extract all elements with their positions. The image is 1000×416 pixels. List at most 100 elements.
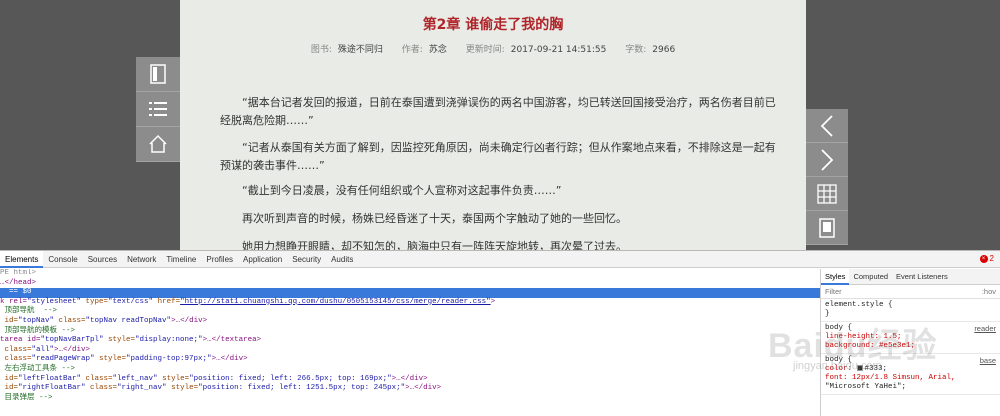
watermark-url: jingyan.baidu.com <box>793 360 882 372</box>
chapter-paragraph: “记者从泰国有关方面了解到，因监控死角原因，尚未确定行凶者行踪；但从作案地点来看… <box>220 141 776 172</box>
dom-node[interactable]: tarea id="topNavBarTpl" style="display:n… <box>0 336 820 346</box>
dom-attr-value: "left_nav" <box>112 374 158 383</box>
dom-attr-value: "stylesheet" <box>27 297 82 306</box>
left-float-toolbar <box>136 57 180 162</box>
prev-chapter-button[interactable] <box>806 109 848 143</box>
chapter-paragraph: “据本台记者发回的报道，日前在泰国遭到浇弹误伤的两名中国游客，均已转送回国接受治… <box>220 96 776 127</box>
list-icon <box>149 102 167 116</box>
tab-sources[interactable]: Sources <box>83 251 122 268</box>
dom-attr-name: type= <box>81 297 109 306</box>
author-meta: 作者: 苏念 <box>398 45 451 55</box>
dom-attr-value: "padding-top:97px;" <box>126 355 212 364</box>
dom-node[interactable]: id="topNav" class="topNav readTopNav">…<… <box>0 317 820 327</box>
dom-tag: tarea id= <box>0 336 41 345</box>
updated-meta: 更新时间: 2017-09-21 14:51:55 <box>462 45 611 55</box>
chapter-page: 第2章 谁偷走了我的胸 图书: 殊途不同归 作者: 苏念 更新时间: 2017-09-… <box>180 0 806 250</box>
tab-network[interactable]: Network <box>122 251 161 268</box>
dom-attr-value: "display:none;" <box>135 336 203 345</box>
chevron-left-icon <box>820 114 833 137</box>
styles-filter-input[interactable]: Filter <box>825 287 842 296</box>
tab-profiles[interactable]: Profiles <box>201 251 238 268</box>
dom-comment[interactable]: 左右浮动工具条 --> <box>0 365 820 375</box>
error-counter[interactable]: × 2 <box>979 254 994 263</box>
styles-tabbar: Styles Computed Event Listeners <box>821 269 1000 285</box>
book-info-button[interactable] <box>136 57 180 92</box>
style-property-continued: "Microsoft YaHei"; <box>825 383 907 391</box>
updated-time: 2017-09-21 14:51:55 <box>510 45 607 55</box>
style-property[interactable]: font: 12px/1.8 Simsun, Arial, <box>825 374 996 383</box>
reader-viewport: 第2章 谁偷走了我的胸 图书: 殊途不同归 作者: 苏念 更新时间: 2017-09-… <box>0 0 1000 250</box>
dom-attr-value: "topNavBarTpl" <box>40 336 104 345</box>
dom-node[interactable]: class="all">…</div> <box>0 346 820 356</box>
phone-icon <box>819 217 835 238</box>
dom-node[interactable]: id="leftFloatBar" class="left_nav" style… <box>0 375 820 385</box>
tab-security[interactable]: Security <box>287 251 326 268</box>
dom-comment[interactable]: 顶部导航 --> <box>0 307 820 317</box>
tab-elements[interactable]: Elements <box>0 250 44 268</box>
rule-selector: element.style { <box>825 301 893 309</box>
settings-grid-button[interactable] <box>806 177 848 211</box>
dom-attr-name: class= <box>0 345 32 354</box>
dom-node[interactable]: k rel="stylesheet" type="text/css" href=… <box>0 298 820 308</box>
book-icon <box>150 64 166 84</box>
dom-comment[interactable]: 目录弹层 --> <box>0 394 820 404</box>
dom-attr-name: id= <box>0 316 19 325</box>
stylesheet-link[interactable]: "http://stat1.chuangshi.qq.com/dushu/050… <box>180 298 491 306</box>
word-count: 2966 <box>652 45 676 55</box>
next-chapter-button[interactable] <box>806 143 848 177</box>
dom-node[interactable]: class="readPageWrap" style="padding-top:… <box>0 355 820 365</box>
updated-label: 更新时间: <box>465 45 505 55</box>
dom-attr-value: "leftFloatBar" <box>18 374 82 383</box>
mobile-read-button[interactable] <box>806 211 848 245</box>
styles-filter-bar: Filter :hov <box>821 285 1000 299</box>
chapter-paragraph: 她用力想睁开眼睛，却不知怎的，脑海中只有一阵阵天旋地转，再次晕了过去。 <box>242 240 627 250</box>
dom-tag: …</head> <box>0 278 37 287</box>
dom-attr-name: id= <box>0 374 19 383</box>
home-button[interactable] <box>136 127 180 162</box>
author-label: 作者: <box>401 45 423 55</box>
tab-audits[interactable]: Audits <box>326 251 358 268</box>
chapter-meta: 图书: 殊途不同归 作者: 苏念 更新时间: 2017-09-21 14:51:55 … <box>180 42 806 55</box>
catalog-button[interactable] <box>136 92 180 127</box>
dom-attr-name: class= <box>54 316 86 325</box>
rule-source-link[interactable]: reader <box>974 324 996 333</box>
error-count: 2 <box>989 254 994 263</box>
dom-attr-value: "topNav readTopNav" <box>85 316 172 325</box>
tab-styles[interactable]: Styles <box>821 269 850 285</box>
chapter-paragraph: “截止到今日凌晨，没有任何组织或个人宣称对这起事件负责……” <box>242 184 562 197</box>
home-icon <box>149 134 167 153</box>
words-meta: 字数: 2966 <box>621 45 679 55</box>
tab-computed[interactable]: Computed <box>849 269 892 285</box>
tab-timeline[interactable]: Timeline <box>161 251 201 268</box>
dom-node[interactable]: PE html> <box>0 269 820 279</box>
dom-tag: > <box>490 297 496 306</box>
author-name[interactable]: 苏念 <box>429 45 447 55</box>
dom-attr-value: "all" <box>31 345 55 354</box>
dom-tag: >…</div> <box>405 384 442 393</box>
devtools-tabbar: Elements Console Sources Network Timelin… <box>0 250 1000 268</box>
grid-icon <box>817 183 837 204</box>
tab-application[interactable]: Application <box>238 251 287 268</box>
dom-attr-name: id= <box>0 384 19 393</box>
tab-event-listeners[interactable]: Event Listeners <box>892 269 952 285</box>
dom-attr-name: style= <box>157 374 190 383</box>
right-float-toolbar <box>806 109 848 245</box>
dom-attr-value: "topNav" <box>18 316 55 325</box>
dom-node[interactable]: id="rightFloatBar" class="right_nav" sty… <box>0 384 820 394</box>
dom-tag: >…</div> <box>54 345 91 354</box>
dom-attr-name: class= <box>85 384 118 393</box>
dom-node[interactable]: …</head> <box>0 279 820 289</box>
dom-attr-name: style= <box>166 384 199 393</box>
chapter-paragraph: 再次听到声音的时候，杨姝已经昏迷了十天，泰国两个字触动了她的一些回忆。 <box>242 212 627 225</box>
dom-tag: >…</div> <box>171 316 208 325</box>
rule-source-link[interactable]: base <box>980 356 996 365</box>
dom-tree[interactable]: PE html> …</head> == $0 k rel="styleshee… <box>0 269 820 416</box>
dom-node-selected[interactable]: == $0 <box>0 288 820 298</box>
book-name[interactable]: 殊途不同归 <box>338 45 383 55</box>
dom-attr-value: "readPageWrap" <box>31 355 95 364</box>
error-icon: × <box>979 254 988 263</box>
dom-attr-value: "position: fixed; left: 1251.5px; top: 2… <box>198 384 406 393</box>
hover-state-toggle[interactable]: :hov <box>982 287 996 296</box>
tab-console[interactable]: Console <box>43 251 82 268</box>
dom-comment[interactable]: 顶部导航的模板 --> <box>0 327 820 337</box>
